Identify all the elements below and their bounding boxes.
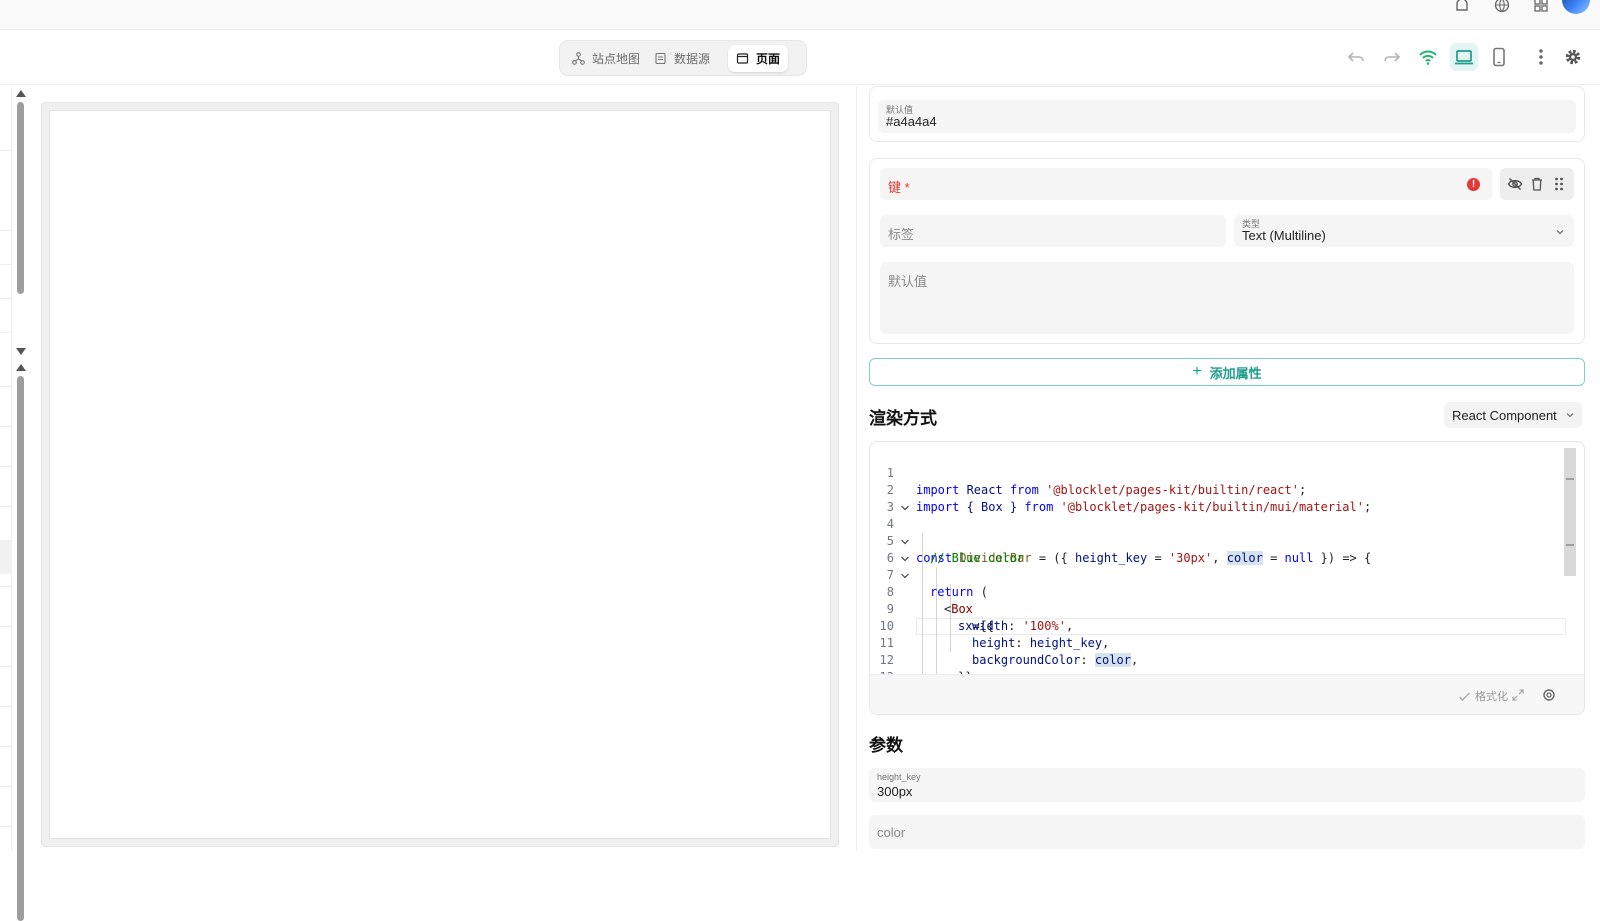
connection-status[interactable] <box>1414 43 1442 71</box>
code-line: 3 <box>886 500 894 514</box>
check-icon <box>1459 692 1470 701</box>
more-button[interactable] <box>1527 43 1555 71</box>
laptop-icon <box>1455 50 1473 65</box>
format-button[interactable]: 格式化 <box>1458 688 1508 704</box>
add-property-button[interactable]: + 添加属性 <box>869 358 1585 386</box>
type-value: Text (Multiline) <box>1242 228 1326 243</box>
editor-settings-icon[interactable] <box>1541 687 1557 703</box>
editor-scrollbar[interactable] <box>1564 448 1576 576</box>
default-value-textarea[interactable]: 默认值 <box>880 262 1574 334</box>
canvas-page[interactable] <box>49 110 831 839</box>
undo-icon <box>1347 52 1364 62</box>
redo-icon <box>1384 52 1401 62</box>
apps-icon[interactable] <box>1532 0 1550 14</box>
code-line: 7 <Box <box>870 550 1570 616</box>
code-line: 12 }} <box>879 653 973 684</box>
error-icon: ! <box>1467 178 1480 191</box>
phone-icon <box>1493 47 1505 67</box>
render-mode-select[interactable]: React Component <box>1444 402 1582 428</box>
editor-toolbar: 格式化 <box>870 674 1584 714</box>
property-card-new: 键 * ! 标签 类型 Text (Multiline) 默认值 <box>869 158 1585 344</box>
scrollbar-thumb[interactable] <box>17 376 24 921</box>
default-value-field[interactable]: 默认值 #a4a4a4 <box>878 100 1576 133</box>
key-field[interactable]: 键 * ! <box>880 168 1492 200</box>
default-value-placeholder: 默认值 <box>888 274 928 289</box>
desktop-view-button[interactable] <box>1450 43 1478 71</box>
delete-icon[interactable] <box>1529 176 1545 192</box>
visibility-off-icon[interactable] <box>1507 176 1523 192</box>
code-line: 5 // Blue color <box>886 534 1024 565</box>
fold-chevron-icon[interactable] <box>900 537 910 547</box>
param-height-key-value: 300px <box>877 784 913 799</box>
tab-page-label: 页面 <box>756 52 781 66</box>
tab-datasource[interactable]: 数据源 <box>646 45 718 72</box>
sidebar-selected-item[interactable] <box>0 540 12 574</box>
code-line: 11 backgroundColor: color, <box>879 636 1139 667</box>
tab-datasource-label: 数据源 <box>674 52 711 66</box>
default-value: #a4a4a4 <box>886 114 937 129</box>
code-line: 9 width: '100%', <box>886 602 1074 633</box>
editor-header: 站点地图 数据源 页面 <box>0 31 1600 85</box>
param-color-field[interactable]: color <box>869 815 1585 849</box>
scroll-up-arrow[interactable] <box>16 364 26 371</box>
canvas-frame <box>41 102 839 847</box>
tab-sitemap-label: 站点地图 <box>592 52 641 66</box>
gear-icon <box>1565 49 1581 65</box>
database-icon <box>654 52 667 65</box>
fold-chevron-icon[interactable] <box>900 554 910 564</box>
wifi-icon <box>1419 50 1437 65</box>
tab-page[interactable]: 页面 <box>728 45 789 72</box>
fold-chevron-icon[interactable] <box>900 571 910 581</box>
mobile-view-button[interactable] <box>1485 43 1513 71</box>
more-vert-icon <box>1539 49 1543 65</box>
param-color-placeholder: color <box>877 825 906 840</box>
scrollbar-thumb[interactable] <box>17 102 24 294</box>
code-line: 6 return ( <box>870 533 1570 599</box>
scroll-down-arrow[interactable] <box>16 348 26 355</box>
code-line: 8 sx={{ <box>870 567 1570 633</box>
page-icon <box>736 52 749 65</box>
chevron-down-icon <box>1566 413 1574 418</box>
chevron-down-icon <box>1556 230 1564 235</box>
scroll-up-arrow[interactable] <box>16 90 26 97</box>
param-height-key-label: height_key <box>877 772 921 782</box>
redo-button[interactable] <box>1378 43 1406 71</box>
property-actions <box>1500 168 1574 200</box>
code-line: 13 /> <box>870 652 1570 701</box>
sidebar-scrollbars <box>12 86 30 921</box>
view-tabs: 站点地图 数据源 页面 <box>559 40 807 76</box>
code-line: 1 import React from '@blocklet/pages-kit… <box>886 466 1307 497</box>
code-line: 4 const DividerBar = ({ height_key = '30… <box>870 499 1570 565</box>
code-area[interactable]: 1 import React from '@blocklet/pages-kit… <box>870 448 1570 701</box>
params-title: 参数 <box>869 736 903 755</box>
undo-button[interactable] <box>1342 43 1370 71</box>
component-sidebar <box>0 86 12 851</box>
expand-icon[interactable] <box>1510 687 1526 703</box>
type-select[interactable]: 类型 Text (Multiline) <box>1234 215 1574 247</box>
label-placeholder: 标签 <box>888 227 915 242</box>
sitemap-icon <box>572 52 585 65</box>
notification-icon[interactable] <box>1453 0 1471 14</box>
render-mode-title: 渲染方式 <box>869 409 937 428</box>
tab-sitemap[interactable]: 站点地图 <box>564 45 648 72</box>
fold-chevron-icon[interactable] <box>900 503 910 513</box>
globe-icon[interactable] <box>1493 0 1511 14</box>
panel-divider[interactable] <box>856 86 857 851</box>
param-height-key-field[interactable]: height_key 300px <box>869 768 1585 802</box>
code-editor[interactable]: 1 import React from '@blocklet/pages-kit… <box>869 441 1585 715</box>
render-mode-value: React Component <box>1452 407 1557 423</box>
property-card-color: 默认值 #a4a4a4 <box>869 86 1585 142</box>
drag-handle-icon[interactable] <box>1551 176 1567 192</box>
code-line: 2 import { Box } from '@blocklet/pages-k… <box>886 483 1372 514</box>
code-line: 10 height: height_key, <box>879 619 1110 650</box>
plus-icon: + <box>1192 363 1202 380</box>
label-field[interactable]: 标签 <box>880 215 1226 247</box>
settings-button[interactable] <box>1559 43 1587 71</box>
add-property-label: 添加属性 <box>1209 365 1262 381</box>
key-label: 键 * <box>888 180 910 195</box>
avatar[interactable] <box>1562 0 1590 14</box>
system-bar <box>0 0 1600 30</box>
format-label: 格式化 <box>1475 691 1508 703</box>
